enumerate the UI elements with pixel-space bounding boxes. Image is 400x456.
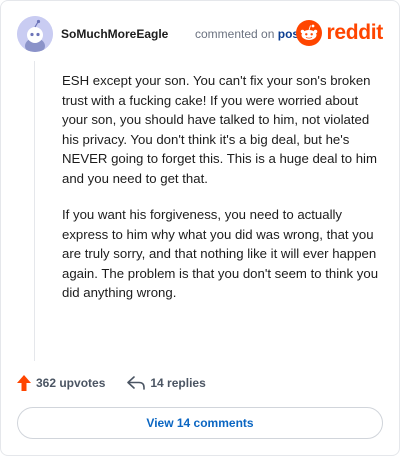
comment-paragraph: If you want his forgiveness, you need to… [62,207,379,300]
reddit-logo[interactable]: reddit [296,19,383,47]
upvote-count: 362 upvotes [36,376,106,390]
upvote-arrow-icon [17,375,31,391]
reddit-snoo-icon [296,20,323,46]
comment-actions: 362 upvotes 14 replies [17,373,206,393]
comment-body: ESH except your son. You can't fix your … [62,71,380,320]
comment-header: SoMuchMoreEagle commented on post reddit [17,15,387,55]
thread-line[interactable] [34,61,35,361]
view-comments-button[interactable]: View 14 comments [17,407,383,439]
comment-meta: commented on post [195,27,303,41]
reddit-wordmark: reddit [326,21,383,44]
comment-card: SoMuchMoreEagle commented on post reddit… [0,0,400,456]
upvote-button[interactable]: 362 upvotes [17,375,105,391]
comment-paragraph: ESH except your son. You can't fix your … [62,73,377,186]
user-avatar[interactable] [17,16,53,52]
reply-count: 14 replies [150,376,206,390]
reply-button[interactable]: 14 replies [127,376,206,390]
comment-author[interactable]: SoMuchMoreEagle [61,27,168,41]
reply-arrow-icon [127,376,146,390]
default-snoo-avatar-icon [17,16,53,52]
action-text: commented on [195,27,275,41]
